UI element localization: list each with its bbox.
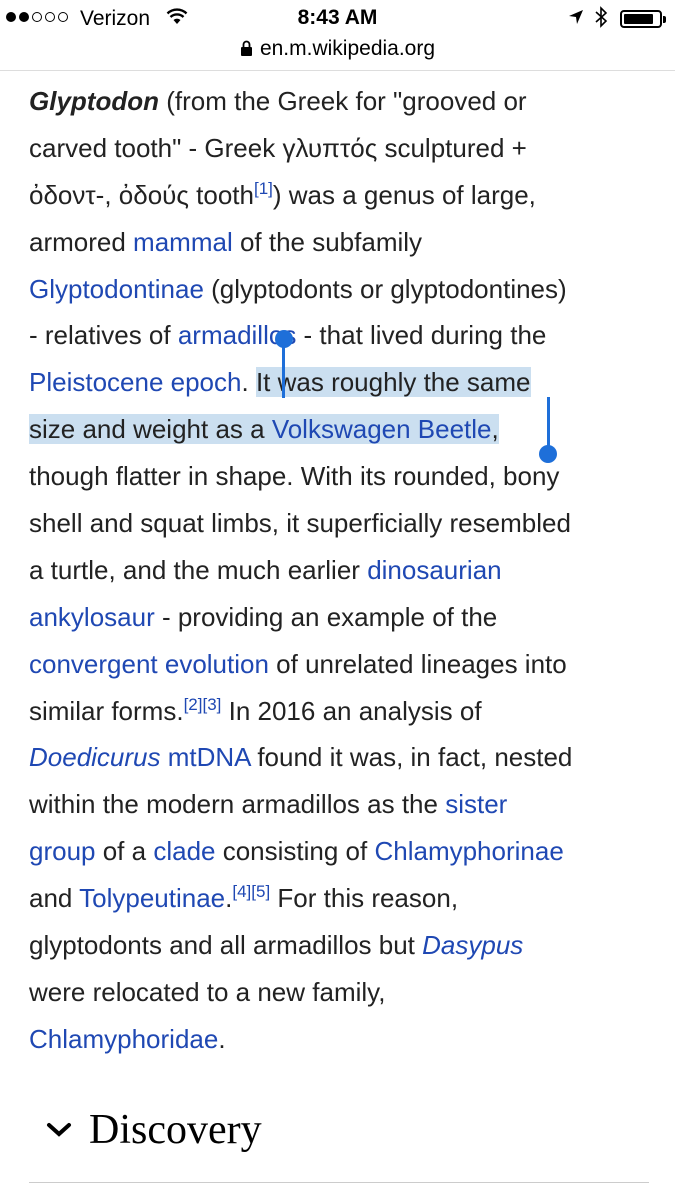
link-volkswagen-beetle[interactable]: Volkswagen Beetle (272, 414, 492, 444)
link-clade[interactable]: clade (153, 836, 215, 866)
text: In 2016 an analysis of (221, 695, 482, 726)
link-convergent-evolution[interactable]: convergent evolution (29, 649, 269, 679)
link-dinosaurian[interactable]: dinosaurian (367, 555, 501, 585)
text: armored (29, 226, 134, 257)
selected-text[interactable]: It was roughly the same (255, 367, 531, 398)
text: - relatives of (29, 320, 178, 351)
article-subject: Glyptodon (29, 86, 159, 116)
text: and (29, 883, 80, 914)
selected-text[interactable]: size and weight as a Volkswagen Beetle, (29, 414, 499, 445)
text: . (241, 367, 256, 398)
link-dasypus[interactable]: Dasypus (422, 930, 523, 960)
location-arrow-icon (569, 10, 583, 24)
bluetooth-icon (595, 6, 608, 28)
reference-link-3[interactable]: [3] (202, 695, 221, 714)
url-text: en.m.wikipedia.org (259, 37, 436, 60)
link-tolypeutinae[interactable]: Tolypeutinae (79, 883, 225, 913)
battery-icon (620, 10, 666, 28)
section-title: Discovery (89, 1107, 262, 1153)
article-body: Glyptodon (from the Greek for "grooved o… (29, 78, 649, 1063)
lock-icon (240, 40, 252, 56)
address-bar[interactable]: en.m.wikipedia.org (0, 37, 675, 61)
link-pleistocene-epoch[interactable]: Pleistocene epoch (29, 367, 241, 397)
text: , (491, 414, 499, 445)
link-sister-group[interactable]: sister (445, 789, 507, 819)
reference-link-5[interactable]: [5] (251, 882, 270, 901)
status-bar: Verizon 8:43 AM (0, 0, 675, 36)
text: ) was a genus of large, (272, 179, 536, 210)
lead-paragraph: Glyptodon (from the Greek for "grooved o… (29, 78, 649, 1063)
chevron-down-icon (47, 1123, 71, 1137)
text: ὀδοντ-, ὀδούς tooth (29, 179, 254, 210)
reference-link-4[interactable]: [4] (232, 882, 251, 901)
text: - that lived during the (296, 320, 547, 351)
section-divider (29, 1182, 649, 1183)
text: (glyptodonts or glyptodontines) (203, 273, 567, 304)
text: found it was, in fact, nested (250, 742, 573, 773)
text: within the modern armadillos as the (29, 789, 446, 820)
selection-end-handle[interactable] (539, 445, 557, 463)
link-doedicurus[interactable]: Doedicurus (29, 742, 161, 772)
text: (from the Greek for "grooved or (158, 86, 527, 116)
link-mtdna[interactable]: mtDNA (168, 742, 250, 772)
text: . (218, 1023, 226, 1054)
text: a turtle, and the much earlier (29, 554, 368, 585)
text: - providing an example of the (154, 601, 498, 632)
text: of the subfamily (232, 226, 423, 257)
selection-start-caret (282, 342, 285, 398)
text: of unrelated lineages into (268, 648, 567, 679)
text: shell and squat limbs, it superficially … (29, 508, 571, 539)
selection-end-caret (547, 397, 550, 447)
text: similar forms. (29, 695, 184, 726)
text: of a (95, 836, 154, 867)
toolbar-divider (0, 70, 675, 71)
link-chlamyphorinae[interactable]: Chlamyphorinae (374, 836, 563, 866)
text: For this reason, (270, 883, 459, 914)
reference-link-1[interactable]: [1] (254, 179, 273, 198)
text: size and weight as a (29, 414, 272, 445)
text: though flatter in shape. With its rounde… (29, 461, 560, 492)
text: consisting of (215, 836, 375, 867)
text: glyptodonts and all armadillos but (29, 930, 423, 961)
reference-link-2[interactable]: [2] (184, 695, 203, 714)
link-chlamyphoridae[interactable]: Chlamyphoridae (29, 1024, 218, 1054)
section-header-discovery[interactable]: Discovery (45, 1106, 262, 1154)
text: carved tooth" - Greek γλυπτός sculptured… (29, 132, 527, 163)
text (161, 742, 168, 772)
link-mammal[interactable]: mammal (133, 227, 233, 257)
link-ankylosaur[interactable]: ankylosaur (29, 602, 155, 632)
link-glyptodontinae[interactable]: Glyptodontinae (29, 274, 204, 304)
link-sister-group[interactable]: group (29, 836, 96, 866)
battery-level (624, 14, 653, 24)
text: were relocated to a new family, (29, 976, 386, 1007)
